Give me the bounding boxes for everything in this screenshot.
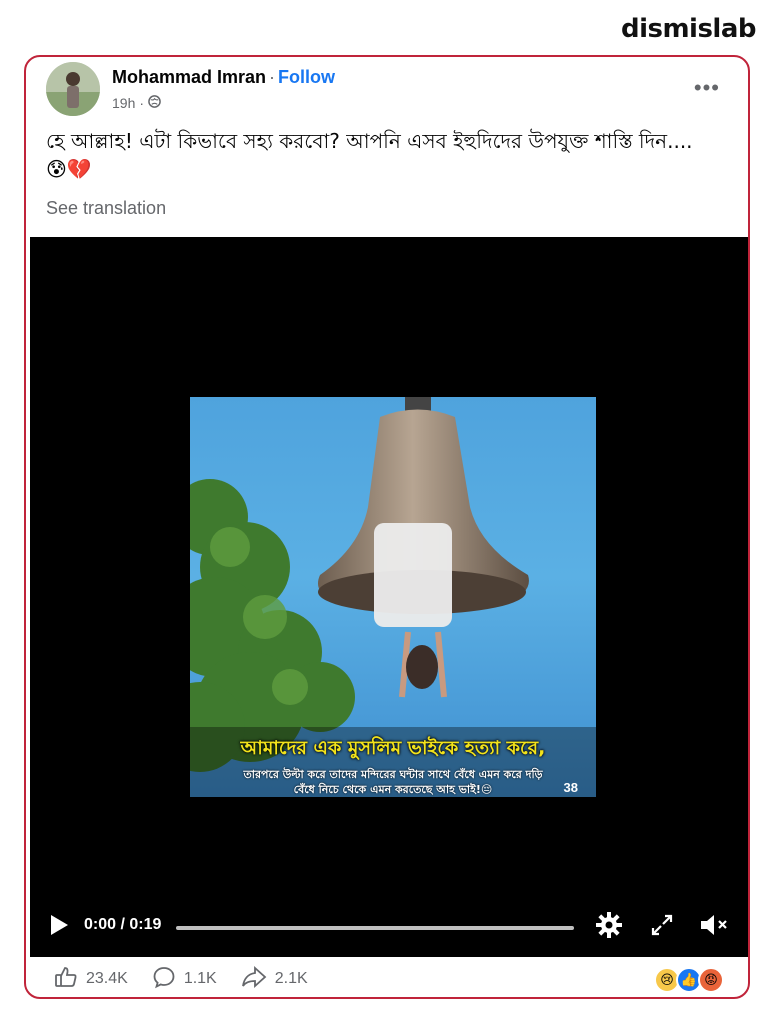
comment-icon	[152, 965, 176, 994]
mute-icon[interactable]	[698, 911, 730, 944]
post-footer: 23.4K 1.1K 2.1K 😢 👍 😡	[26, 957, 748, 997]
author-avatar[interactable]	[46, 62, 100, 116]
reaction-icons[interactable]: 😢 👍 😡	[654, 967, 724, 993]
author-name[interactable]: Mohammad Imran	[112, 67, 266, 87]
separator-dot: ·	[269, 67, 276, 87]
video-caption-line3: বেঁধে নিচে থেকে এমন করতেছে আহ ভাই!😔	[293, 783, 493, 796]
video-controls: 0:00 / 0:19	[30, 897, 748, 957]
post-meta: 19h ·	[112, 95, 161, 111]
progress-bar[interactable]	[176, 926, 574, 930]
blur-overlay	[374, 523, 452, 627]
video-caption-main: আমাদের এক মুসলিম ভাইকে হত্যা করে,	[240, 737, 546, 759]
angry-reaction-icon: 😡	[698, 967, 724, 993]
post-text: হে আল্লাহ! এটা কিভাবে সহ্য করবো? আপনি এস…	[46, 129, 693, 153]
dot-separator: ·	[139, 95, 145, 111]
comment-button[interactable]: 1.1K	[152, 965, 217, 994]
post-header: Mohammad Imran · Follow 19h · •••	[26, 57, 748, 117]
comments-count: 1.1K	[183, 970, 217, 987]
video-player[interactable]: আমাদের এক মুসলিম ভাইকে হত্যা করে, তারপরে…	[30, 237, 748, 957]
share-button[interactable]: 2.1K	[241, 965, 308, 994]
facebook-post-card: Mohammad Imran · Follow 19h · ••• হে আল্লা…	[24, 55, 750, 999]
shares-count: 2.1K	[274, 970, 308, 987]
play-icon[interactable]	[48, 913, 70, 942]
like-button[interactable]: 23.4K	[54, 965, 128, 994]
gear-icon[interactable]	[595, 911, 623, 944]
globe-icon	[148, 95, 161, 111]
dismislab-logo: dismislab	[620, 14, 757, 44]
like-icon	[54, 965, 78, 994]
time-display: 0:00 / 0:19	[84, 916, 162, 933]
post-timestamp[interactable]: 19h	[112, 95, 135, 111]
likes-count: 23.4K	[86, 970, 128, 987]
post-emojis: 😰💔	[46, 159, 92, 181]
share-icon	[241, 965, 267, 994]
follow-button[interactable]: Follow	[278, 67, 335, 87]
frame-counter: 38	[563, 780, 578, 795]
fullscreen-icon[interactable]	[648, 911, 676, 944]
see-translation-link[interactable]: See translation	[46, 198, 166, 219]
more-options-icon[interactable]: •••	[694, 75, 720, 101]
video-frame: আমাদের এক মুসলিম ভাইকে হত্যা করে, তারপরে…	[190, 397, 596, 797]
